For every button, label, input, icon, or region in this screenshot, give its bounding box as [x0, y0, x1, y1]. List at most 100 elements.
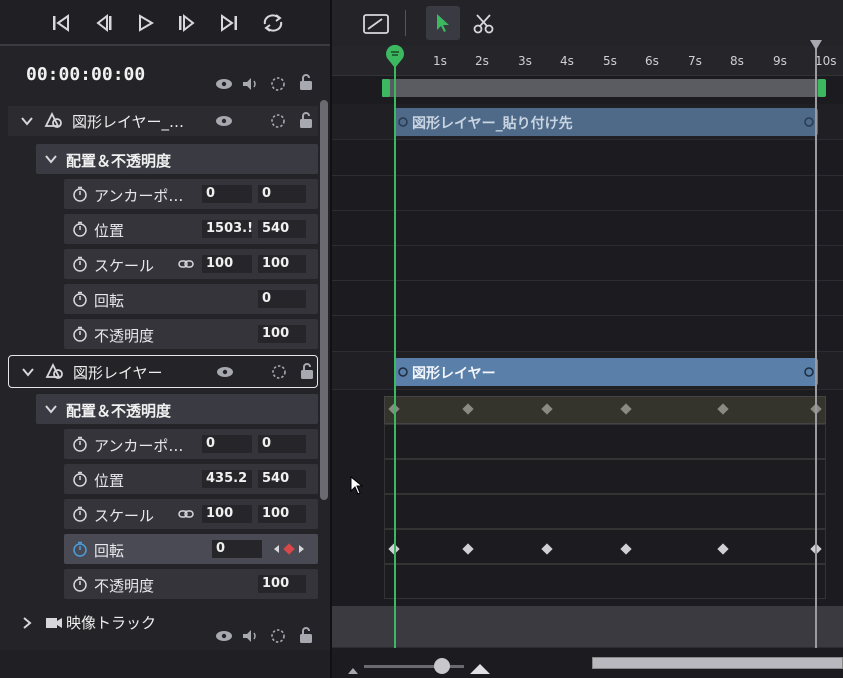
solo-icon[interactable] [269, 362, 289, 382]
select-tool-button[interactable] [426, 6, 460, 40]
property-row-anchor[interactable]: アンカーポ… 0 0 [64, 179, 318, 209]
solo-icon[interactable] [268, 626, 288, 646]
stopwatch-active-icon[interactable] [72, 541, 88, 557]
eye-icon[interactable] [215, 362, 235, 382]
step-back-icon[interactable] [92, 12, 114, 34]
lock-icon[interactable] [296, 110, 316, 130]
property-label: 位置 [94, 222, 125, 240]
chevron-down-icon[interactable] [20, 114, 34, 128]
value-field-x[interactable]: 0 [202, 185, 252, 203]
cursor-arrow-icon [437, 14, 449, 32]
zoom-out-icon[interactable] [348, 666, 358, 674]
scissors-icon[interactable] [472, 12, 496, 36]
link-icon[interactable] [178, 256, 194, 272]
stopwatch-icon[interactable] [72, 221, 88, 237]
chevron-right-icon[interactable] [20, 616, 34, 630]
link-icon[interactable] [178, 506, 194, 522]
stopwatch-icon[interactable] [72, 326, 88, 342]
lock-icon[interactable] [296, 72, 316, 92]
stopwatch-icon[interactable] [72, 436, 88, 452]
value-field-y[interactable]: 100 [258, 505, 306, 523]
work-area-start-handle[interactable] [382, 79, 390, 97]
work-area-bar[interactable] [382, 79, 822, 97]
property-row-opacity[interactable]: 不透明度 100 [64, 319, 318, 349]
end-marker-icon[interactable] [810, 40, 822, 50]
zoom-in-icon[interactable] [470, 662, 490, 674]
property-row-rotation-selected[interactable]: 回転 0 [64, 534, 318, 564]
tick-label: 8s [730, 54, 744, 68]
clip-out-handle-icon[interactable] [804, 117, 814, 127]
property-row-scale[interactable]: スケール 100 100 [64, 499, 318, 529]
horizontal-scrollbar[interactable] [592, 657, 843, 669]
stopwatch-icon[interactable] [72, 291, 88, 307]
skip-to-start-icon[interactable] [50, 12, 72, 34]
clip-in-handle-icon[interactable] [398, 117, 408, 127]
chevron-down-icon[interactable] [44, 152, 58, 166]
eye-icon[interactable] [214, 111, 234, 131]
value-field-y[interactable]: 540 [258, 220, 306, 238]
value-field[interactable]: 100 [258, 575, 306, 593]
lane [332, 140, 843, 176]
value-field-x[interactable]: 0 [202, 435, 252, 453]
property-label: 回転 [94, 542, 125, 560]
value-field-x[interactable]: 1503.! [202, 220, 252, 238]
playhead-line[interactable] [394, 56, 396, 648]
clip-out-handle-icon[interactable] [804, 367, 814, 377]
clip-name: 図形レイヤー [412, 366, 496, 382]
eye-icon[interactable] [214, 626, 234, 646]
video-track-row[interactable]: 映像トラック [8, 606, 318, 648]
value-field[interactable]: 0 [258, 290, 306, 308]
end-marker-line[interactable] [815, 48, 817, 648]
solo-icon[interactable] [268, 111, 288, 131]
layer-row-selected[interactable]: 図形レイヤー [8, 355, 318, 388]
property-row-position[interactable]: 位置 435.2 540 [64, 464, 318, 494]
property-row-opacity[interactable]: 不透明度 100 [64, 569, 318, 599]
step-forward-icon[interactable] [176, 12, 198, 34]
stopwatch-icon[interactable] [72, 506, 88, 522]
value-field-x[interactable]: 435.2 [202, 470, 252, 488]
play-icon[interactable] [134, 12, 156, 34]
skip-to-end-icon[interactable] [218, 12, 240, 34]
property-group-row[interactable]: 配置＆不透明度 [36, 394, 318, 424]
value-field[interactable]: 0 [212, 540, 262, 558]
zoom-slider-thumb[interactable] [434, 658, 450, 674]
audio-icon[interactable] [240, 74, 260, 94]
value-field-y[interactable]: 0 [258, 435, 306, 453]
value-field-x[interactable]: 100 [202, 505, 252, 523]
lane [384, 529, 826, 564]
stopwatch-icon[interactable] [72, 471, 88, 487]
chevron-down-icon[interactable] [21, 365, 35, 379]
lock-icon[interactable] [297, 361, 317, 381]
clip-shape-layer-pasted[interactable]: 図形レイヤー_貼り付け先 [394, 108, 818, 136]
playhead-handle-icon[interactable] [385, 44, 405, 68]
property-label: スケール [94, 257, 155, 275]
property-row-anchor[interactable]: アンカーポ… 0 0 [64, 429, 318, 459]
value-field-y[interactable]: 100 [258, 255, 306, 273]
keyframe-nav-icon[interactable] [272, 542, 308, 556]
work-area-end-handle[interactable] [818, 79, 826, 97]
layer-row[interactable]: 図形レイヤー_… [8, 106, 318, 136]
vertical-scrollbar[interactable] [320, 100, 328, 500]
value-field-y[interactable]: 540 [258, 470, 306, 488]
stopwatch-icon[interactable] [72, 576, 88, 592]
value-field-x[interactable]: 100 [202, 255, 252, 273]
property-row-scale[interactable]: スケール 100 100 [64, 249, 318, 279]
lock-icon[interactable] [296, 625, 316, 645]
value-field-y[interactable]: 0 [258, 185, 306, 203]
eye-icon[interactable] [214, 74, 234, 94]
chevron-down-icon[interactable] [44, 402, 58, 416]
clip-in-handle-icon[interactable] [398, 367, 408, 377]
audio-icon[interactable] [240, 626, 260, 646]
time-ruler[interactable]: 1s 2s 3s 4s 5s 6s 7s 8s 9s 10s [332, 46, 843, 76]
property-row-rotation[interactable]: 回転 0 [64, 284, 318, 314]
stopwatch-icon[interactable] [72, 256, 88, 272]
property-row-position[interactable]: 位置 1503.! 540 [64, 214, 318, 244]
solo-icon[interactable] [268, 74, 288, 94]
value-field[interactable]: 100 [258, 325, 306, 343]
stopwatch-icon[interactable] [72, 186, 88, 202]
graph-editor-icon[interactable] [362, 12, 390, 36]
clip-shape-layer[interactable]: 図形レイヤー [394, 358, 818, 386]
loop-icon[interactable] [260, 12, 286, 34]
property-label: 不透明度 [94, 327, 155, 345]
property-group-row[interactable]: 配置＆不透明度 [36, 144, 318, 174]
